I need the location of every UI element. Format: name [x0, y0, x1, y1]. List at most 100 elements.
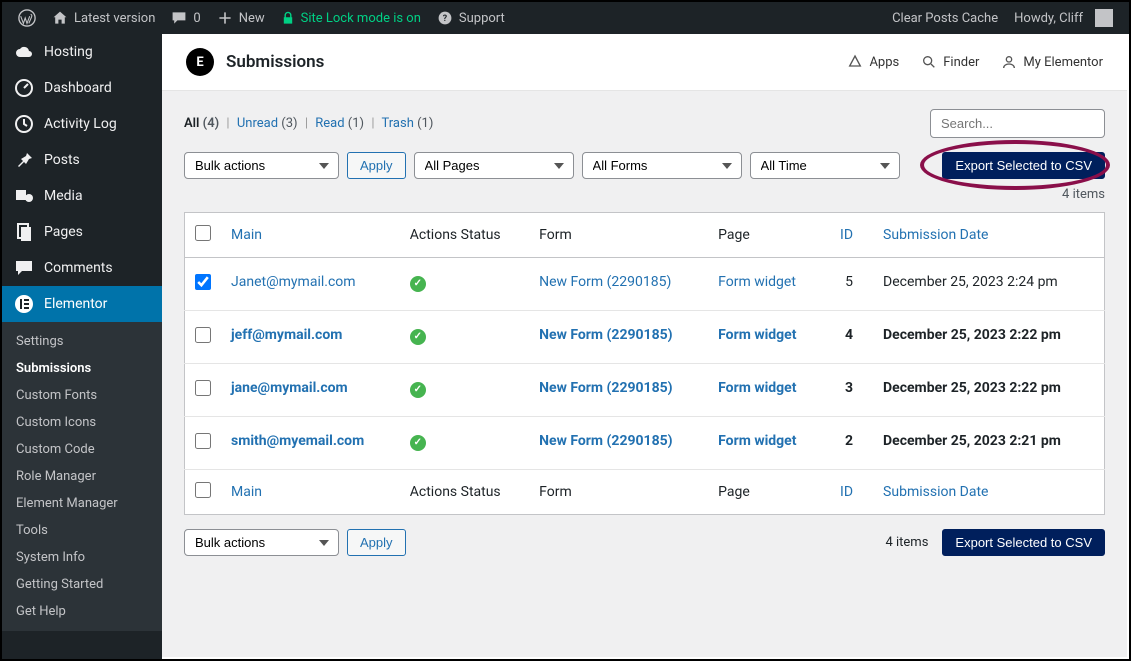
items-count: 4 items [184, 187, 1105, 202]
page-link[interactable]: Form widget [718, 380, 796, 396]
sidebar-item-dashboard[interactable]: Dashboard [2, 70, 162, 106]
row-id: 4 [823, 311, 873, 364]
submission-main-link[interactable]: smith@myemail.com [231, 433, 364, 449]
page-header: E Submissions Apps Finder My Elementor [162, 34, 1127, 91]
my-account[interactable]: Howdy, Cliff [1006, 2, 1121, 34]
form-link[interactable]: New Form (2290185) [539, 433, 672, 449]
export-csv-button[interactable]: Export Selected to CSV [942, 152, 1105, 179]
submenu-custom-code[interactable]: Custom Code [2, 436, 162, 463]
row-checkbox[interactable] [195, 433, 211, 449]
apply-button[interactable]: Apply [347, 152, 406, 179]
items-count-bottom: 4 items [885, 535, 928, 550]
sidebar-item-activity-log[interactable]: Activity Log [2, 106, 162, 142]
pages-icon [14, 222, 34, 242]
submenu-role-manager[interactable]: Role Manager [2, 463, 162, 490]
pin-icon [14, 150, 34, 170]
pages-filter[interactable]: All Pages [414, 152, 574, 179]
page-link[interactable]: Form widget [718, 327, 796, 343]
row-checkbox[interactable] [195, 327, 211, 343]
col-main-foot[interactable]: Main [221, 470, 400, 515]
col-date[interactable]: Submission Date [873, 213, 1104, 258]
site-name[interactable]: Latest version [44, 2, 163, 34]
my-elementor-link[interactable]: My Elementor [1001, 54, 1103, 70]
avatar [1095, 9, 1113, 27]
form-link[interactable]: New Form (2290185) [539, 380, 672, 396]
site-lock[interactable]: Site Lock mode is on [273, 2, 429, 34]
bulk-actions-select[interactable]: Bulk actions [184, 152, 339, 179]
time-filter[interactable]: All Time [750, 152, 900, 179]
row-id: 3 [823, 364, 873, 417]
submenu-get-help[interactable]: Get Help [2, 598, 162, 625]
forms-filter[interactable]: All Forms [582, 152, 742, 179]
submissions-table: Main Actions Status Form Page ID Submiss… [184, 212, 1105, 515]
elementor-icon [14, 294, 34, 314]
submenu-custom-fonts[interactable]: Custom Fonts [2, 382, 162, 409]
svg-text:?: ? [443, 14, 448, 24]
sidebar-item-comments[interactable]: Comments [2, 250, 162, 286]
elementor-submenu: SettingsSubmissionsCustom FontsCustom Ic… [2, 322, 162, 631]
user-icon [1001, 54, 1017, 70]
support-link[interactable]: ?Support [429, 2, 513, 34]
submenu-getting-started[interactable]: Getting Started [2, 571, 162, 598]
page-link[interactable]: Form widget [718, 433, 796, 449]
page-link[interactable]: Form widget [718, 274, 796, 290]
view-all[interactable]: All (4) [184, 116, 219, 131]
apply-button-bottom[interactable]: Apply [347, 529, 406, 556]
col-id[interactable]: ID [823, 213, 873, 258]
clock-icon [14, 114, 34, 134]
col-main[interactable]: Main [221, 213, 400, 258]
row-date: December 25, 2023 2:22 pm [873, 364, 1104, 417]
home-icon [52, 10, 68, 26]
apps-link[interactable]: Apps [847, 54, 899, 70]
row-date: December 25, 2023 2:21 pm [873, 417, 1104, 470]
export-csv-button-bottom[interactable]: Export Selected to CSV [942, 529, 1105, 556]
search-icon [921, 54, 937, 70]
table-row: Janet@mymail.com New Form (2290185) Form w… [185, 258, 1105, 311]
submenu-tools[interactable]: Tools [2, 517, 162, 544]
sidebar-item-media[interactable]: Media [2, 178, 162, 214]
sidebar-item-elementor[interactable]: Elementor [2, 286, 162, 322]
table-row: smith@myemail.com New Form (2290185) Form … [185, 417, 1105, 470]
new-content[interactable]: New [209, 2, 273, 34]
elementor-logo-icon: E [186, 48, 214, 76]
view-read[interactable]: Read (1) [315, 116, 364, 131]
clear-cache[interactable]: Clear Posts Cache [884, 2, 1006, 34]
search-input[interactable] [930, 109, 1105, 138]
submission-main-link[interactable]: jane@mymail.com [231, 380, 348, 396]
form-link[interactable]: New Form (2290185) [539, 327, 672, 343]
submission-main-link[interactable]: jeff@mymail.com [231, 327, 342, 343]
submenu-system-info[interactable]: System Info [2, 544, 162, 571]
gauge-icon [14, 78, 34, 98]
view-trash[interactable]: Trash (1) [381, 116, 433, 131]
lock-icon [281, 11, 295, 25]
col-page: Page [708, 213, 823, 258]
comments-link[interactable]: 0 [163, 2, 208, 34]
apps-icon [847, 54, 863, 70]
select-all-checkbox[interactable] [195, 225, 211, 241]
bulk-actions-select-bottom[interactable]: Bulk actions [184, 529, 339, 556]
col-form: Form [529, 213, 708, 258]
select-all-checkbox-bottom[interactable] [195, 482, 211, 498]
sidebar-item-hosting[interactable]: Hosting [2, 34, 162, 70]
view-unread[interactable]: Unread (3) [237, 116, 298, 131]
submenu-element-manager[interactable]: Element Manager [2, 490, 162, 517]
status-success-icon [410, 276, 426, 292]
comment-icon [171, 10, 187, 26]
row-checkbox[interactable] [195, 380, 211, 396]
submenu-custom-icons[interactable]: Custom Icons [2, 409, 162, 436]
submenu-settings[interactable]: Settings [2, 328, 162, 355]
form-link[interactable]: New Form (2290185) [539, 274, 671, 290]
wp-logo[interactable] [10, 2, 44, 34]
row-checkbox[interactable] [195, 274, 211, 290]
row-date: December 25, 2023 2:24 pm [873, 258, 1104, 311]
finder-link[interactable]: Finder [921, 54, 979, 70]
comment-icon [14, 258, 34, 278]
submenu-submissions[interactable]: Submissions [2, 355, 162, 382]
status-success-icon [410, 382, 426, 398]
page-title: Submissions [226, 52, 324, 72]
sidebar-item-pages[interactable]: Pages [2, 214, 162, 250]
row-id: 5 [823, 258, 873, 311]
submission-main-link[interactable]: Janet@mymail.com [231, 274, 356, 290]
sidebar-item-posts[interactable]: Posts [2, 142, 162, 178]
table-row: jeff@mymail.com New Form (2290185) Form wi… [185, 311, 1105, 364]
